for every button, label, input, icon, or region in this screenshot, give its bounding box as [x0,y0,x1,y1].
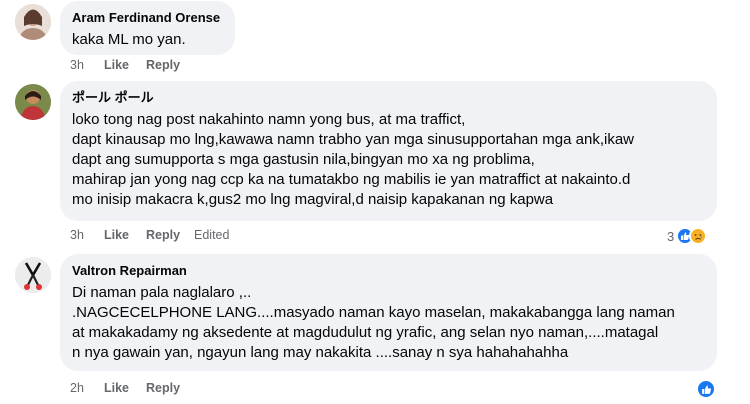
comment-bubble: ポール ポール loko tong nag post nakahinto nam… [60,81,717,221]
like-button[interactable]: Like [104,58,146,72]
comment-text: kaka ML mo yan. [72,31,186,48]
profile-photo-icon [15,257,51,293]
comment-time[interactable]: 3h [70,58,104,72]
edited-label: Edited [194,228,230,242]
comment-actions: 2h Like Reply [70,381,180,395]
avatar[interactable] [15,4,51,40]
comment-bubble: Valtron Repairman Di naman pala naglalar… [60,254,717,371]
reaction-summary[interactable]: 3 [667,227,708,245]
avatar[interactable] [15,257,51,293]
avatar[interactable] [15,84,51,120]
reaction-count: 3 [667,228,675,244]
comment-bubble: Aram Ferdinand Orense kaka ML mo yan. [60,1,235,55]
like-button[interactable]: Like [104,381,146,395]
reply-button[interactable]: Reply [146,381,180,395]
reaction-summary[interactable] [696,379,716,399]
comment-actions: 3h Like Reply [70,58,180,72]
comment-author[interactable]: Valtron Repairman [72,262,705,279]
like-button[interactable]: Like [104,228,146,242]
comment-author[interactable]: Aram Ferdinand Orense [72,9,223,26]
like-reaction-icon [696,379,716,399]
reply-button[interactable]: Reply [146,58,180,72]
comment-text: loko tong nag post nakahinto namn yong b… [72,111,635,208]
sad-reaction-icon [689,227,708,245]
comment-author[interactable]: ポール ポール [72,89,705,106]
comment-time[interactable]: 3h [70,228,104,242]
comment-actions: 3h Like Reply Edited [70,228,229,242]
reply-button[interactable]: Reply [146,228,194,242]
profile-photo-icon [15,4,51,40]
profile-photo-icon [15,84,51,120]
comment-text: Di naman pala naglalaro ,.. .NAGCECELPHO… [72,284,675,361]
comment-time[interactable]: 2h [70,381,104,395]
